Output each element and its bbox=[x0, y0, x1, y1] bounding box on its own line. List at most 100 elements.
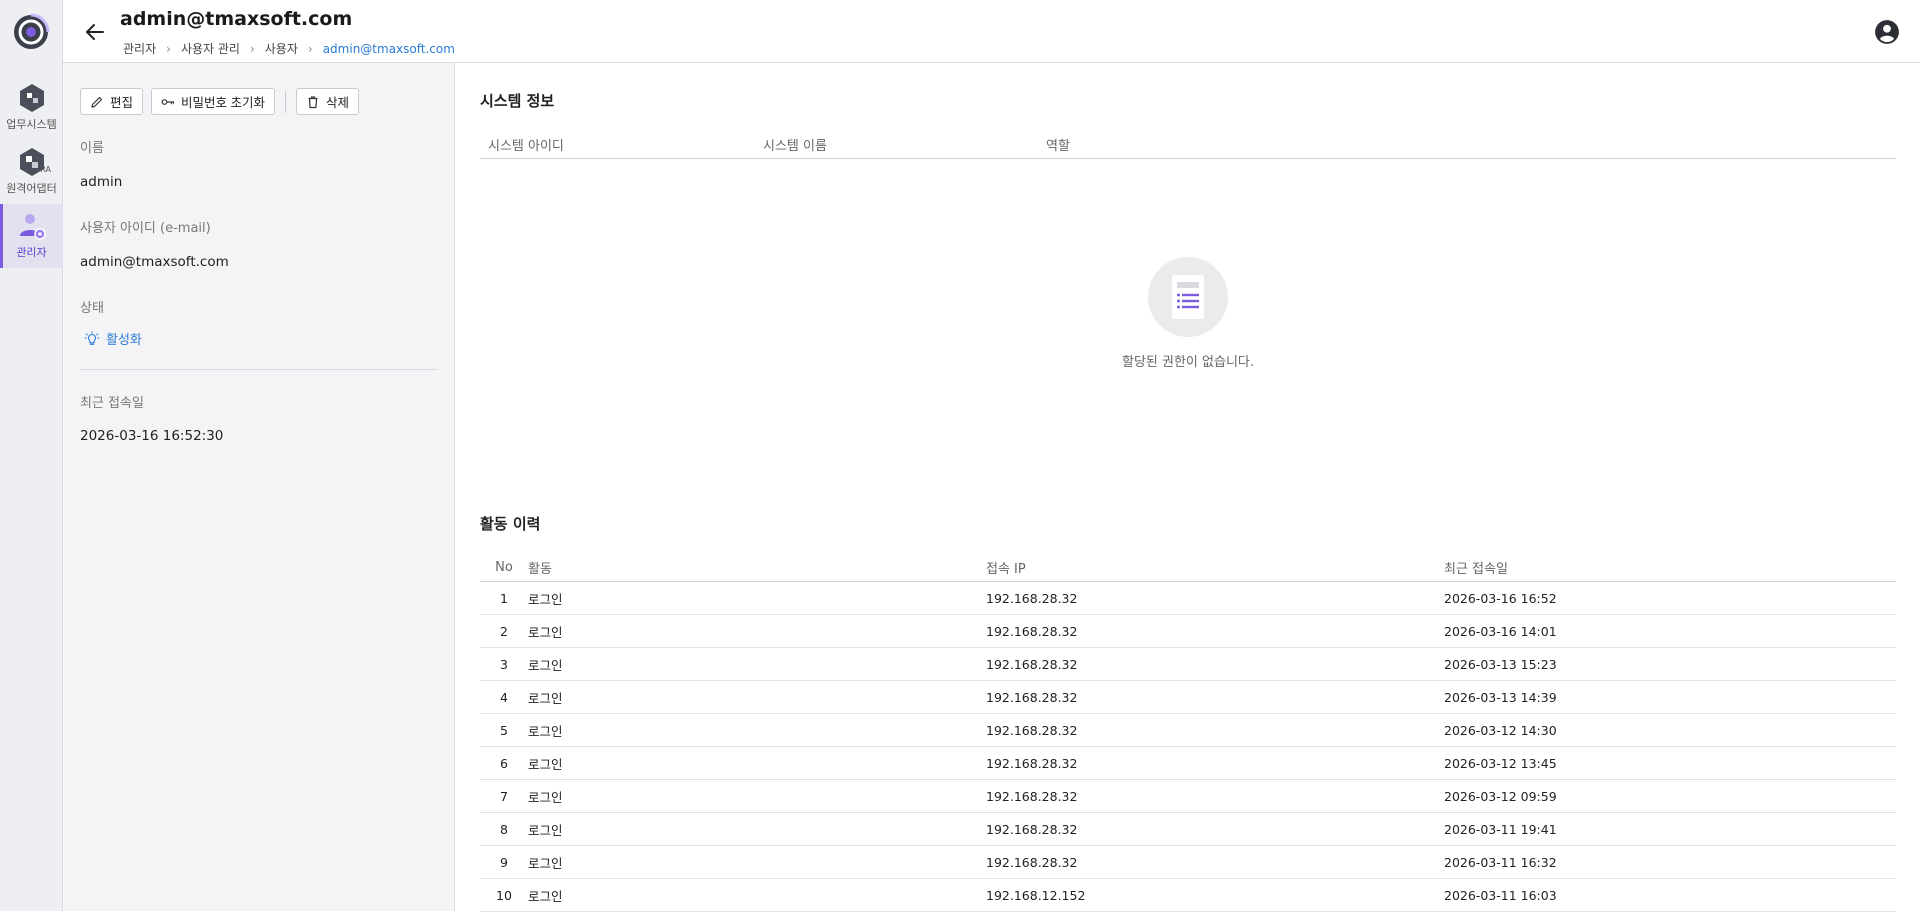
table-row[interactable]: 5 로그인 192.168.28.32 2026-03-12 14:30 bbox=[480, 714, 1896, 747]
row-ip: 192.168.28.32 bbox=[986, 689, 1078, 705]
row-activity: 로그인 bbox=[528, 888, 563, 904]
business-system-icon bbox=[19, 84, 44, 112]
row-date: 2026-03-11 16:03 bbox=[1444, 887, 1557, 903]
row-ip: 192.168.28.32 bbox=[986, 623, 1078, 639]
empty-state-text: 할당된 권한이 없습니다. bbox=[1122, 355, 1254, 370]
row-activity: 로그인 bbox=[528, 723, 563, 739]
main-content: 시스템 정보 시스템 아이디 시스템 이름 역할 할당된 권한이 없습니다. 활… bbox=[456, 63, 1920, 912]
breadcrumb-item-admin[interactable]: 관리자 bbox=[123, 40, 156, 57]
row-ip: 192.168.28.32 bbox=[986, 788, 1078, 804]
column-header-activity[interactable]: 활동 bbox=[528, 558, 986, 577]
lightbulb-icon bbox=[84, 330, 100, 345]
nav-item-remote-adapter[interactable]: RA 원격어댑터 bbox=[0, 140, 63, 204]
row-no: 2 bbox=[500, 623, 508, 639]
row-date: 2026-03-16 16:52 bbox=[1444, 590, 1557, 606]
table-row[interactable]: 2 로그인 192.168.28.32 2026-03-16 14:01 bbox=[480, 615, 1896, 648]
column-header-last-login[interactable]: 최근 접속일 bbox=[1444, 558, 1896, 577]
reset-password-button-label: 비밀번호 초기화 bbox=[181, 96, 265, 110]
edit-button[interactable]: 편집 bbox=[80, 88, 144, 115]
column-header-no[interactable]: No bbox=[480, 560, 528, 575]
row-activity: 로그인 bbox=[528, 855, 563, 871]
status-badge: 활성화 bbox=[84, 329, 142, 348]
row-no: 3 bbox=[500, 656, 508, 672]
last-login-label: 최근 접속일 bbox=[80, 396, 144, 411]
chevron-right-icon: › bbox=[249, 41, 255, 56]
table-row[interactable]: 8 로그인 192.168.28.32 2026-03-11 19:41 bbox=[480, 813, 1896, 846]
status-value: 활성화 bbox=[106, 333, 142, 348]
table-row[interactable]: 6 로그인 192.168.28.32 2026-03-12 13:45 bbox=[480, 747, 1896, 780]
row-ip: 192.168.12.152 bbox=[986, 887, 1086, 903]
page-header: admin@tmaxsoft.com 관리자 › 사용자 관리 › 사용자 › … bbox=[63, 0, 1920, 63]
user-id-value: admin@tmaxsoft.com bbox=[80, 254, 229, 270]
row-activity: 로그인 bbox=[528, 591, 563, 607]
account-circle-icon[interactable] bbox=[1874, 19, 1900, 45]
empty-state: 할당된 권한이 없습니다. bbox=[456, 257, 1920, 370]
row-activity: 로그인 bbox=[528, 822, 563, 838]
row-no: 4 bbox=[500, 689, 508, 705]
row-activity: 로그인 bbox=[528, 657, 563, 673]
row-ip: 192.168.28.32 bbox=[986, 755, 1078, 771]
panel-divider bbox=[80, 369, 437, 370]
row-no: 7 bbox=[500, 788, 508, 804]
activity-history-table: No 활동 접속 IP 최근 접속일 1 로그인 192.168.28.32 2… bbox=[480, 554, 1896, 912]
row-no: 6 bbox=[500, 755, 508, 771]
table-row[interactable]: 9 로그인 192.168.28.32 2026-03-11 16:32 bbox=[480, 846, 1896, 879]
table-header: 시스템 아이디 시스템 이름 역할 bbox=[480, 131, 1896, 159]
toolbar-divider bbox=[285, 90, 286, 113]
trash-icon bbox=[308, 95, 318, 108]
table-row[interactable]: 3 로그인 192.168.28.32 2026-03-13 15:23 bbox=[480, 648, 1896, 681]
system-info-table: 시스템 아이디 시스템 이름 역할 bbox=[480, 131, 1896, 159]
key-icon bbox=[161, 98, 175, 105]
row-date: 2026-03-13 14:39 bbox=[1444, 689, 1557, 705]
last-login-value: 2026-03-16 16:52:30 bbox=[80, 428, 224, 444]
name-value: admin bbox=[80, 174, 123, 190]
table-header: No 활동 접속 IP 최근 접속일 bbox=[480, 554, 1896, 582]
row-no: 8 bbox=[500, 821, 508, 837]
nav-item-label: 업무시스템 bbox=[6, 118, 57, 131]
breadcrumb: 관리자 › 사용자 관리 › 사용자 › admin@tmaxsoft.com bbox=[123, 40, 455, 57]
row-no: 5 bbox=[500, 722, 508, 738]
system-info-title: 시스템 정보 bbox=[480, 92, 555, 110]
table-row[interactable]: 4 로그인 192.168.28.32 2026-03-13 14:39 bbox=[480, 681, 1896, 714]
row-ip: 192.168.28.32 bbox=[986, 656, 1078, 672]
breadcrumb-item-current: admin@tmaxsoft.com bbox=[322, 41, 455, 56]
nav-item-label: 관리자 bbox=[16, 246, 47, 259]
row-date: 2026-03-12 09:59 bbox=[1444, 788, 1557, 804]
action-toolbar: 편집 비밀번호 초기화 삭제 bbox=[80, 88, 360, 115]
row-activity: 로그인 bbox=[528, 690, 563, 706]
nav-item-admin[interactable]: 관리자 bbox=[0, 204, 63, 268]
row-date: 2026-03-12 13:45 bbox=[1444, 755, 1557, 771]
name-label: 이름 bbox=[80, 141, 104, 156]
page-title: admin@tmaxsoft.com bbox=[120, 8, 353, 30]
chevron-right-icon: › bbox=[166, 41, 171, 56]
arrow-left-icon[interactable] bbox=[83, 20, 107, 44]
row-date: 2026-03-11 19:41 bbox=[1444, 821, 1557, 837]
column-header-role[interactable]: 역할 bbox=[1046, 135, 1896, 154]
row-date: 2026-03-13 15:23 bbox=[1444, 656, 1557, 672]
row-ip: 192.168.28.32 bbox=[986, 854, 1078, 870]
table-row[interactable]: 7 로그인 192.168.28.32 2026-03-12 09:59 bbox=[480, 780, 1896, 813]
nav-item-business-system[interactable]: 업무시스템 bbox=[0, 76, 63, 140]
app-logo-icon[interactable] bbox=[12, 13, 50, 51]
row-no: 10 bbox=[496, 887, 512, 903]
delete-button[interactable]: 삭제 bbox=[296, 88, 360, 115]
reset-password-button[interactable]: 비밀번호 초기화 bbox=[151, 88, 275, 115]
breadcrumb-item-users[interactable]: 사용자 bbox=[265, 40, 298, 57]
row-ip: 192.168.28.32 bbox=[986, 722, 1078, 738]
row-no: 1 bbox=[500, 590, 508, 606]
status-label: 상태 bbox=[80, 301, 104, 316]
breadcrumb-item-user-management[interactable]: 사용자 관리 bbox=[181, 40, 240, 57]
nav-item-label: 원격어댑터 bbox=[6, 182, 57, 195]
table-row[interactable]: 1 로그인 192.168.28.32 2026-03-16 16:52 bbox=[480, 582, 1896, 615]
row-date: 2026-03-11 16:32 bbox=[1444, 854, 1557, 870]
delete-button-label: 삭제 bbox=[326, 96, 350, 110]
column-header-system-id[interactable]: 시스템 아이디 bbox=[480, 135, 763, 154]
row-activity: 로그인 bbox=[528, 789, 563, 805]
table-row[interactable]: 10 로그인 192.168.12.152 2026-03-11 16:03 bbox=[480, 879, 1896, 912]
activity-history-title: 활동 이력 bbox=[480, 515, 541, 533]
row-date: 2026-03-12 14:30 bbox=[1444, 722, 1557, 738]
document-list-icon bbox=[1148, 257, 1228, 337]
column-header-ip[interactable]: 접속 IP bbox=[986, 558, 1444, 577]
row-ip: 192.168.28.32 bbox=[986, 590, 1078, 606]
column-header-system-name[interactable]: 시스템 이름 bbox=[763, 135, 1046, 154]
